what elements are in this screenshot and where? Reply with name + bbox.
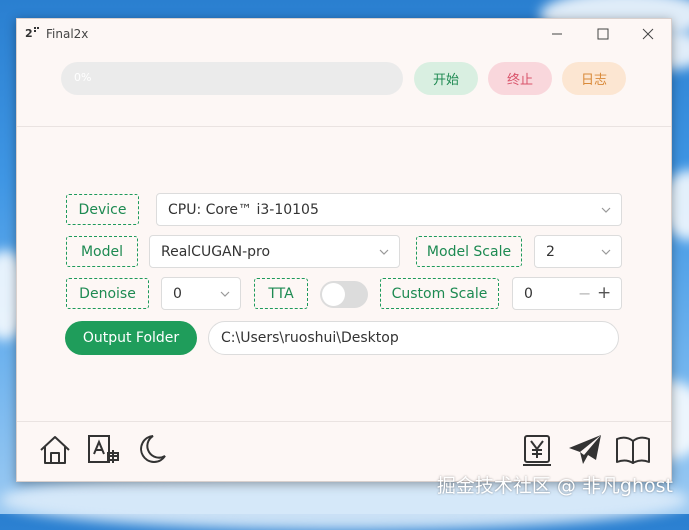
- denoise-label: Denoise: [66, 278, 149, 309]
- output-folder-path[interactable]: C:\Users\ruoshui\Desktop: [208, 321, 619, 355]
- translate-icon[interactable]: [85, 432, 121, 468]
- footer-divider: [17, 421, 671, 422]
- model-scale-label: Model Scale: [416, 236, 522, 267]
- watermark-text: 掘金技术社区 @ 非凡ghost: [436, 475, 673, 497]
- output-folder-value: C:\Users\ruoshui\Desktop: [221, 330, 399, 346]
- close-button[interactable]: [625, 19, 671, 49]
- minimize-button[interactable]: [534, 19, 580, 49]
- chevron-down-icon: [220, 291, 230, 297]
- tta-toggle[interactable]: [320, 281, 368, 308]
- custom-scale-value: 0: [524, 285, 533, 302]
- chevron-down-icon: [601, 207, 611, 213]
- app-window: 2 Final2x 0% 开始 终止 日志 Device CPU: Core™ …: [16, 18, 672, 482]
- chevron-down-icon: [601, 249, 611, 255]
- model-scale-select[interactable]: 2: [534, 235, 622, 268]
- maximize-button[interactable]: [580, 19, 626, 49]
- log-button[interactable]: 日志: [562, 62, 626, 95]
- yen-donate-icon[interactable]: [519, 432, 555, 468]
- title-bar[interactable]: 2 Final2x: [17, 19, 671, 49]
- denoise-value: 0: [173, 285, 182, 302]
- window-title: Final2x: [46, 27, 89, 41]
- device-select[interactable]: CPU: Core™ i3-10105: [156, 193, 622, 226]
- output-folder-button[interactable]: Output Folder: [65, 321, 197, 355]
- stop-button[interactable]: 终止: [488, 62, 552, 95]
- device-value: CPU: Core™ i3-10105: [168, 201, 319, 218]
- custom-scale-label: Custom Scale: [380, 278, 499, 309]
- device-label: Device: [66, 194, 139, 225]
- model-value: RealCUGAN-pro: [161, 243, 271, 260]
- denoise-select[interactable]: 0: [161, 277, 241, 310]
- minimize-icon: [552, 33, 562, 35]
- chevron-down-icon: [379, 249, 389, 255]
- progress-bar: 0%: [61, 62, 403, 95]
- home-icon[interactable]: [37, 432, 73, 468]
- svg-text:2: 2: [25, 27, 33, 40]
- tta-label: TTA: [254, 278, 308, 309]
- minus-icon[interactable]: −: [578, 284, 591, 303]
- book-icon[interactable]: [615, 432, 651, 468]
- model-label: Model: [66, 236, 138, 267]
- model-scale-value: 2: [546, 243, 555, 260]
- app-logo-icon: 2: [25, 25, 41, 41]
- plus-icon[interactable]: +: [597, 283, 611, 303]
- moon-icon[interactable]: [133, 432, 169, 468]
- toggle-knob: [322, 283, 345, 306]
- send-icon[interactable]: [567, 432, 603, 468]
- start-button[interactable]: 开始: [414, 62, 478, 95]
- progress-text: 0%: [74, 71, 92, 84]
- model-select[interactable]: RealCUGAN-pro: [149, 235, 400, 268]
- maximize-icon: [597, 28, 609, 40]
- custom-scale-stepper[interactable]: 0 − +: [512, 277, 622, 310]
- close-icon: [642, 28, 654, 40]
- divider: [17, 126, 671, 127]
